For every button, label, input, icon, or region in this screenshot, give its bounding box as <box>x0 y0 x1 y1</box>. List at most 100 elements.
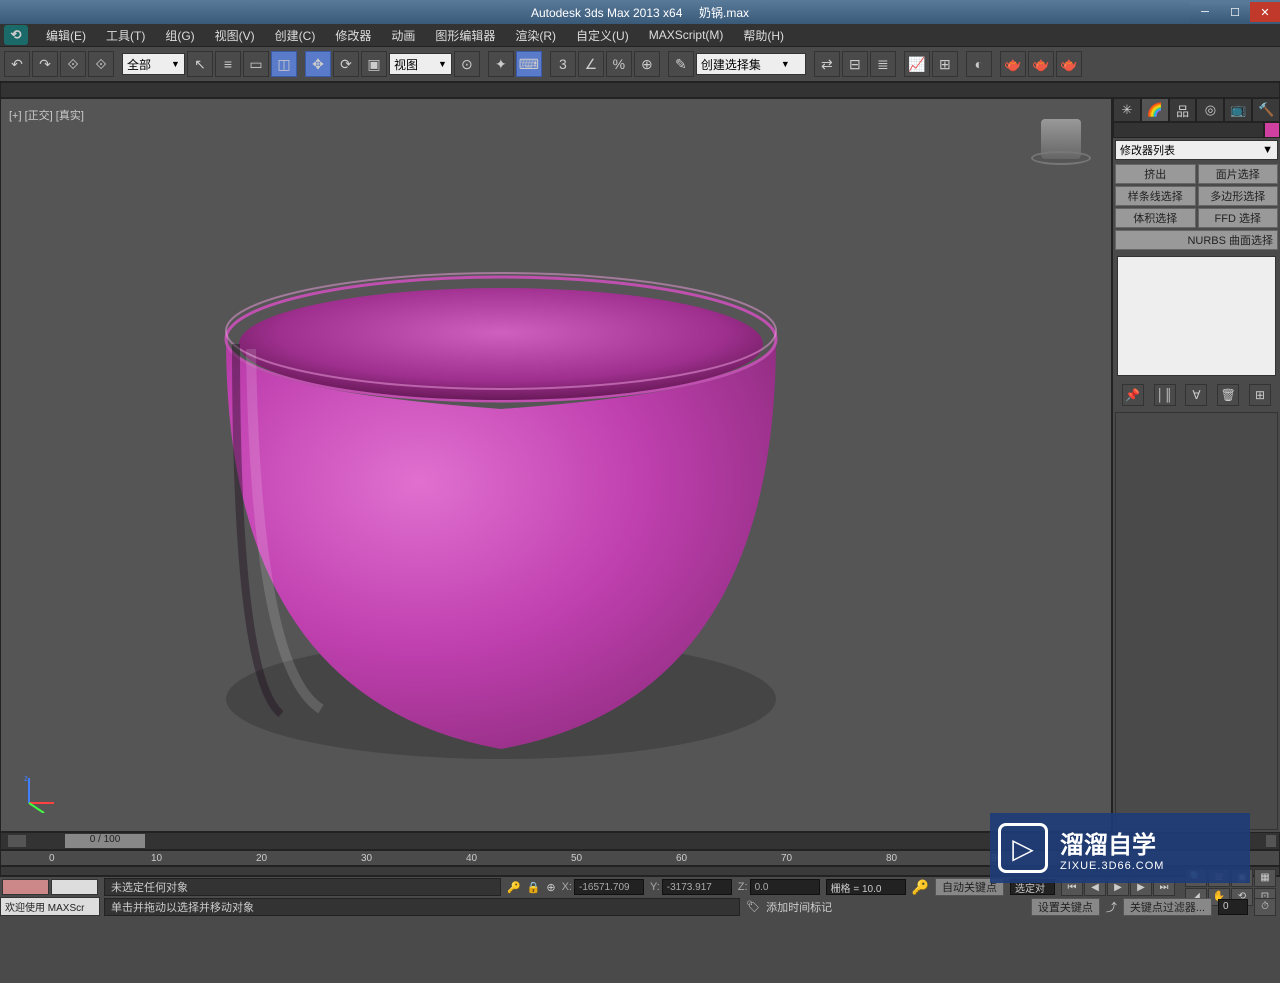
render-setup-button[interactable]: 🫖 <box>1000 51 1026 77</box>
key-filters-button[interactable]: 关键点过滤器... <box>1123 898 1212 916</box>
time-config-button[interactable]: ⏱ <box>1254 898 1276 916</box>
key-mode-icon[interactable]: ⤴ <box>1106 899 1117 915</box>
coord-icon[interactable]: ⊕ <box>546 881 555 894</box>
menu-maxscript[interactable]: MAXScript(M) <box>639 28 734 42</box>
menu-edit[interactable]: 编辑(E) <box>36 27 96 44</box>
extrude-modifier-button[interactable]: 挤出 <box>1115 164 1196 184</box>
lock-icon[interactable]: 🔑 <box>507 881 521 894</box>
command-panel: ✳ 🌈 品 ◎ 📺 🔨 修改器列表▼ 挤出 面片选择 样条线选择 多边形选择 体… <box>1112 98 1280 832</box>
link-button[interactable]: ⟐ <box>60 51 86 77</box>
time-slider-handle[interactable]: 0 / 100 <box>65 834 145 848</box>
isolate-icon[interactable]: 🔒 <box>527 881 541 894</box>
menu-graph[interactable]: 图形编辑器 <box>425 27 505 44</box>
x-coord-input[interactable]: -16571.709 <box>574 879 644 895</box>
z-coord-input[interactable]: 0.0 <box>750 879 820 895</box>
keyboard-shortcut-button[interactable]: ⌨ <box>516 51 542 77</box>
edit-named-button[interactable]: ✎ <box>668 51 694 77</box>
align-button[interactable]: ⊟ <box>842 51 868 77</box>
render-button[interactable]: 🫖 <box>1056 51 1082 77</box>
percent-snap-button[interactable]: % <box>606 51 632 77</box>
time-scroll-right[interactable] <box>1265 834 1277 848</box>
rotate-button[interactable]: ⟳ <box>333 51 359 77</box>
pin-stack-button[interactable]: 📌 <box>1122 384 1144 406</box>
undo-button[interactable]: ↶ <box>4 51 30 77</box>
utilities-tab[interactable]: 🔨 <box>1252 98 1280 122</box>
motion-tab[interactable]: ◎ <box>1196 98 1224 122</box>
spline-select-button[interactable]: 样条线选择 <box>1115 186 1196 206</box>
layers-button[interactable]: ≣ <box>870 51 896 77</box>
viewport-label[interactable]: [+] [正交] [真实] <box>9 107 84 123</box>
scale-button[interactable]: ▣ <box>361 51 387 77</box>
volume-select-button[interactable]: 体积选择 <box>1115 208 1196 228</box>
angle-snap-button[interactable]: ∠ <box>578 51 604 77</box>
modify-tab[interactable]: 🌈 <box>1141 98 1169 122</box>
select-rect-button[interactable]: ▭ <box>243 51 269 77</box>
unique-button[interactable]: ∀ <box>1185 384 1207 406</box>
viewcube-ring[interactable] <box>1031 151 1091 165</box>
manipulate-button[interactable]: ✦ <box>488 51 514 77</box>
select-object-button[interactable]: ↖ <box>187 51 213 77</box>
snap-3-button[interactable]: 3 <box>550 51 576 77</box>
display-tab[interactable]: 📺 <box>1224 98 1252 122</box>
time-tag-icon[interactable]: 🏷 <box>746 900 760 913</box>
close-button[interactable]: ✕ <box>1250 2 1280 22</box>
app-icon[interactable]: ⟲ <box>4 25 28 45</box>
axis-gizmo-icon: z <box>19 773 59 813</box>
watermark-logo-icon: ▷ <box>998 823 1048 873</box>
y-coord-input[interactable]: -3173.917 <box>662 879 732 895</box>
menu-customize[interactable]: 自定义(U) <box>566 27 639 44</box>
curve-editor-button[interactable]: 📈 <box>904 51 930 77</box>
ffd-select-button[interactable]: FFD 选择 <box>1198 208 1279 228</box>
main-toolbar: ↶ ↷ ⟐ ⟐ 全部▼ ↖ ≡ ▭ ◫ ✥ ⟳ ▣ 视图▼ ⊙ ✦ ⌨ 3 ∠ … <box>0 46 1280 82</box>
create-tab[interactable]: ✳ <box>1113 98 1141 122</box>
viewport[interactable]: [+] [正交] [真实] <box>0 98 1112 832</box>
material-editor-button[interactable]: ◐ <box>966 51 992 77</box>
modifier-list-dropdown[interactable]: 修改器列表▼ <box>1115 140 1278 160</box>
zoom-extents-all-button[interactable]: ▦ <box>1254 869 1276 887</box>
menu-modifiers[interactable]: 修改器 <box>325 27 381 44</box>
named-selection-dropdown[interactable]: 创建选择集▼ <box>696 53 806 75</box>
object-color-swatch[interactable] <box>1264 122 1280 138</box>
object-name-field[interactable] <box>1113 122 1264 138</box>
dropdown-label: 全部 <box>127 56 151 73</box>
setkey-button[interactable]: 设置关键点 <box>1031 898 1100 916</box>
listener-output[interactable] <box>2 879 49 895</box>
maxscript-listener[interactable]: 欢迎使用 MAXScr <box>0 897 100 916</box>
poly-select-button[interactable]: 多边形选择 <box>1198 186 1279 206</box>
spinner-snap-button[interactable]: ⊕ <box>634 51 660 77</box>
pivot-button[interactable]: ⊙ <box>454 51 480 77</box>
time-tag-label[interactable]: 添加时间标记 <box>766 899 832 915</box>
face-select-button[interactable]: 面片选择 <box>1198 164 1279 184</box>
redo-button[interactable]: ↷ <box>32 51 58 77</box>
maximize-button[interactable]: ☐ <box>1220 2 1250 22</box>
menu-rendering[interactable]: 渲染(R) <box>505 27 566 44</box>
render-frame-button[interactable]: 🫖 <box>1028 51 1054 77</box>
window-title: Autodesk 3ds Max 2013 x64 奶锅.max <box>531 4 749 21</box>
time-config-button[interactable] <box>7 834 27 848</box>
schematic-button[interactable]: ⊞ <box>932 51 958 77</box>
select-name-button[interactable]: ≡ <box>215 51 241 77</box>
menu-tools[interactable]: 工具(T) <box>96 27 155 44</box>
modifier-stack[interactable] <box>1117 256 1276 376</box>
menu-animation[interactable]: 动画 <box>381 27 425 44</box>
menu-help[interactable]: 帮助(H) <box>733 27 794 44</box>
viewcube[interactable] <box>1031 119 1091 179</box>
select-window-button[interactable]: ◫ <box>271 51 297 77</box>
configure-sets-button[interactable]: ⊞ <box>1249 384 1271 406</box>
move-button[interactable]: ✥ <box>305 51 331 77</box>
selection-filter-dropdown[interactable]: 全部▼ <box>122 53 185 75</box>
hierarchy-tab[interactable]: 品 <box>1169 98 1197 122</box>
menu-views[interactable]: 视图(V) <box>205 27 265 44</box>
show-end-button[interactable]: │║ <box>1154 384 1176 406</box>
remove-modifier-button[interactable]: 🗑 <box>1217 384 1239 406</box>
current-frame-input[interactable]: 0 <box>1218 899 1248 915</box>
listener-input[interactable] <box>51 879 98 895</box>
mirror-button[interactable]: ⇄ <box>814 51 840 77</box>
minimize-button[interactable]: ─ <box>1190 2 1220 22</box>
ref-coord-dropdown[interactable]: 视图▼ <box>389 53 452 75</box>
menu-group[interactable]: 组(G) <box>155 27 204 44</box>
menu-create[interactable]: 创建(C) <box>265 27 326 44</box>
key-icon[interactable]: 🔑 <box>912 879 929 896</box>
nurbs-select-button[interactable]: NURBS 曲面选择 <box>1115 230 1278 250</box>
unlink-button[interactable]: ⟐ <box>88 51 114 77</box>
